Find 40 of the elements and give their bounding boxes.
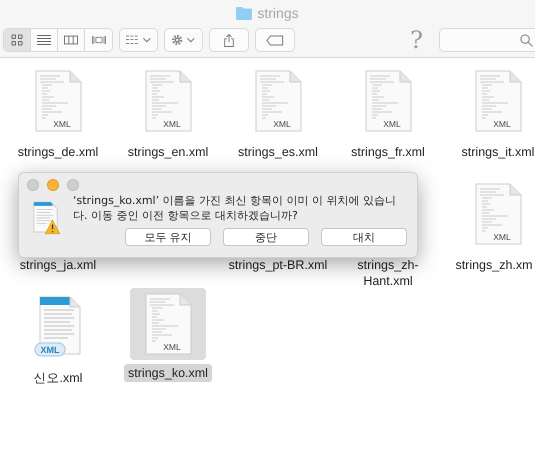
gear-dropdown-icon: [170, 34, 196, 46]
file-name[interactable]: strings_ja.xml: [20, 256, 96, 274]
document-icon[interactable]: XML: [474, 70, 522, 132]
tag-icon: [266, 34, 284, 46]
document-icon[interactable]: XML: [144, 70, 192, 132]
file-name[interactable]: strings_zh-Hant.xml: [353, 256, 423, 290]
search-icon: [520, 34, 533, 46]
document-icon[interactable]: XML: [474, 183, 522, 245]
file-name[interactable]: strings_fr.xml: [351, 143, 425, 161]
columns-icon: [64, 34, 78, 46]
window-title: strings: [257, 5, 299, 21]
file-name[interactable]: strings_it.xml: [462, 143, 534, 161]
list-icon: [37, 34, 51, 46]
coverflow-icon: [92, 34, 106, 46]
dialog-button[interactable]: 대치: [321, 228, 407, 246]
document-warning-icon: [32, 201, 60, 235]
file-name[interactable]: strings_de.xml: [18, 143, 98, 161]
file-name[interactable]: 신오.xml: [34, 369, 82, 387]
share-icon: [223, 32, 235, 48]
document-icon[interactable]: XML: [254, 70, 302, 132]
file-name[interactable]: strings_ko.xml: [124, 364, 212, 382]
file-name[interactable]: strings_en.xml: [128, 143, 208, 161]
dialog-button[interactable]: 모두 유지: [125, 228, 211, 246]
dialog-message: ‘strings_ko.xml’ 이름을 가진 최신 항목이 이미 이 위치에 있습니다. 이동 중인 이전 항목으로 대치하겠습니까?: [73, 193, 398, 223]
file-name[interactable]: strings_zh.xm: [455, 256, 533, 274]
tag-button[interactable]: [255, 28, 295, 52]
document-icon[interactable]: XML: [364, 70, 412, 132]
grid-icon: [10, 34, 24, 46]
arrange-button[interactable]: [119, 28, 158, 52]
search-field[interactable]: [439, 28, 535, 52]
file-name[interactable]: strings_pt-BR.xml: [228, 256, 328, 274]
icons-view-button[interactable]: [4, 29, 31, 51]
dialog-button[interactable]: 중단: [223, 228, 309, 246]
folder-icon: [236, 6, 252, 20]
document-icon[interactable]: XML: [34, 70, 82, 132]
settings-button[interactable]: [164, 28, 203, 52]
file-name[interactable]: strings_es.xml: [238, 143, 318, 161]
share-button[interactable]: [209, 28, 249, 52]
document-icon[interactable]: XML: [144, 293, 192, 355]
grid-dropdown-icon: [126, 34, 152, 46]
